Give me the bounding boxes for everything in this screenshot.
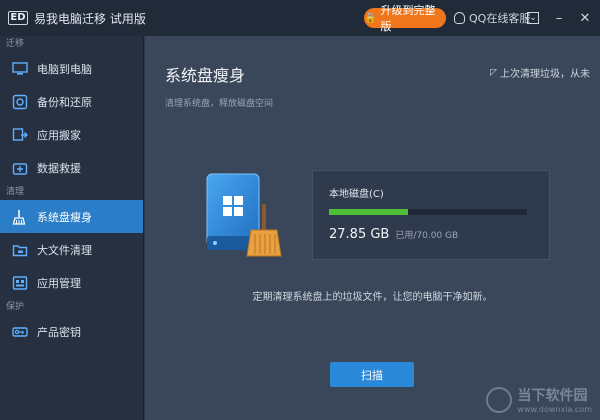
main-panel: 系统盘瘦身 ◸ 上次清理垃圾，从未 清理系统盘，释放磁盘空间 本地磁盘(C) 2…	[145, 36, 600, 420]
minimize-button[interactable]: –	[550, 9, 568, 27]
app-move-icon	[12, 127, 28, 143]
group-label-protect: 保护	[6, 302, 25, 312]
sidebar-item-label: 应用管理	[37, 276, 81, 290]
watermark-name: 当下软件园	[517, 388, 588, 404]
scan-button[interactable]: 扫描	[330, 362, 414, 387]
sidebar-item-data-rescue[interactable]: 数据救援	[0, 151, 143, 184]
last-clean-status: ◸ 上次清理垃圾，从未	[490, 65, 590, 81]
rescue-icon	[12, 160, 28, 176]
sidebar-item-large-files[interactable]: 大文件清理	[0, 233, 143, 266]
app-logo: ED	[8, 11, 28, 25]
app-manage-icon	[12, 275, 28, 291]
sidebar-item-product-key[interactable]: 产品密钥	[0, 315, 143, 348]
sidebar: 迁移 电脑到电脑 备份和还原 应用搬家 数据救援 清理 系统盘瘦身 大文件清理 …	[0, 36, 144, 420]
group-label-migrate: 迁移	[6, 39, 25, 49]
sidebar-item-label: 产品密钥	[37, 325, 81, 339]
qq-label: QQ在线客服	[469, 12, 531, 25]
sidebar-item-label: 应用搬家	[37, 128, 81, 142]
monitor-icon	[12, 61, 28, 77]
lock-icon: 🔒	[364, 12, 377, 24]
disk-usage-text: 27.85 GB 已用/70.00 GB	[329, 227, 458, 242]
disk-usage-bar	[329, 209, 527, 215]
sidebar-item-system-slim[interactable]: 系统盘瘦身	[0, 200, 143, 233]
key-icon	[12, 324, 28, 340]
disk-used-value: 27.85 GB	[329, 227, 390, 242]
disk-cleaning-illustration	[206, 173, 282, 257]
sidebar-item-label: 备份和还原	[37, 95, 92, 109]
broom-small-icon: ◸	[490, 67, 497, 78]
close-button[interactable]: ✕	[576, 9, 594, 27]
sidebar-item-label: 电脑到电脑	[37, 62, 92, 76]
sidebar-item-pc-to-pc[interactable]: 电脑到电脑	[0, 52, 143, 85]
watermark-url: www.downxia.com	[517, 405, 592, 414]
upgrade-button[interactable]: 🔒 升级到完整版	[364, 4, 446, 33]
dropdown-window-button[interactable]: ⌄	[524, 9, 542, 27]
app-title: 易我电脑迁移 试用版	[34, 11, 146, 26]
qq-support-link[interactable]: QQ在线客服	[454, 9, 530, 27]
backup-icon	[12, 94, 28, 110]
sidebar-item-label: 数据救援	[37, 161, 81, 175]
tagline: 定期清理系统盘上的垃圾文件，让您的电脑干净如新。	[252, 292, 493, 303]
title-bar: ED 易我电脑迁移 试用版 🔒 升级到完整版 QQ在线客服 ⌄ – ✕	[0, 0, 600, 36]
sidebar-item-app-move[interactable]: 应用搬家	[0, 118, 143, 151]
page-subtitle: 清理系统盘，释放磁盘空间	[165, 99, 274, 109]
last-clean-text: 上次清理垃圾，从未	[500, 69, 590, 80]
minimize-icon: –	[555, 10, 563, 26]
broom-icon	[12, 209, 28, 225]
disk-total-value: 已用/70.00 GB	[395, 231, 459, 241]
watermark-logo-icon	[486, 386, 513, 413]
disk-usage-fill	[329, 209, 409, 215]
chevron-down-icon: ⌄	[527, 12, 539, 24]
disk-name: 本地磁盘(C)	[329, 189, 384, 200]
sidebar-item-backup[interactable]: 备份和还原	[0, 85, 143, 118]
close-icon: ✕	[579, 10, 591, 26]
watermark: 当下软件园 www.downxia.com	[486, 385, 592, 414]
sidebar-item-label: 系统盘瘦身	[37, 210, 92, 224]
page-title: 系统盘瘦身	[165, 66, 246, 85]
group-label-clean: 清理	[6, 187, 25, 197]
qq-icon	[454, 12, 465, 24]
disk-card-c: 本地磁盘(C) 27.85 GB 已用/70.00 GB	[312, 170, 550, 260]
sidebar-item-label: 大文件清理	[37, 243, 92, 257]
sidebar-item-app-manage[interactable]: 应用管理	[0, 266, 143, 299]
upgrade-label: 升级到完整版	[380, 4, 436, 33]
folder-icon	[12, 242, 28, 258]
